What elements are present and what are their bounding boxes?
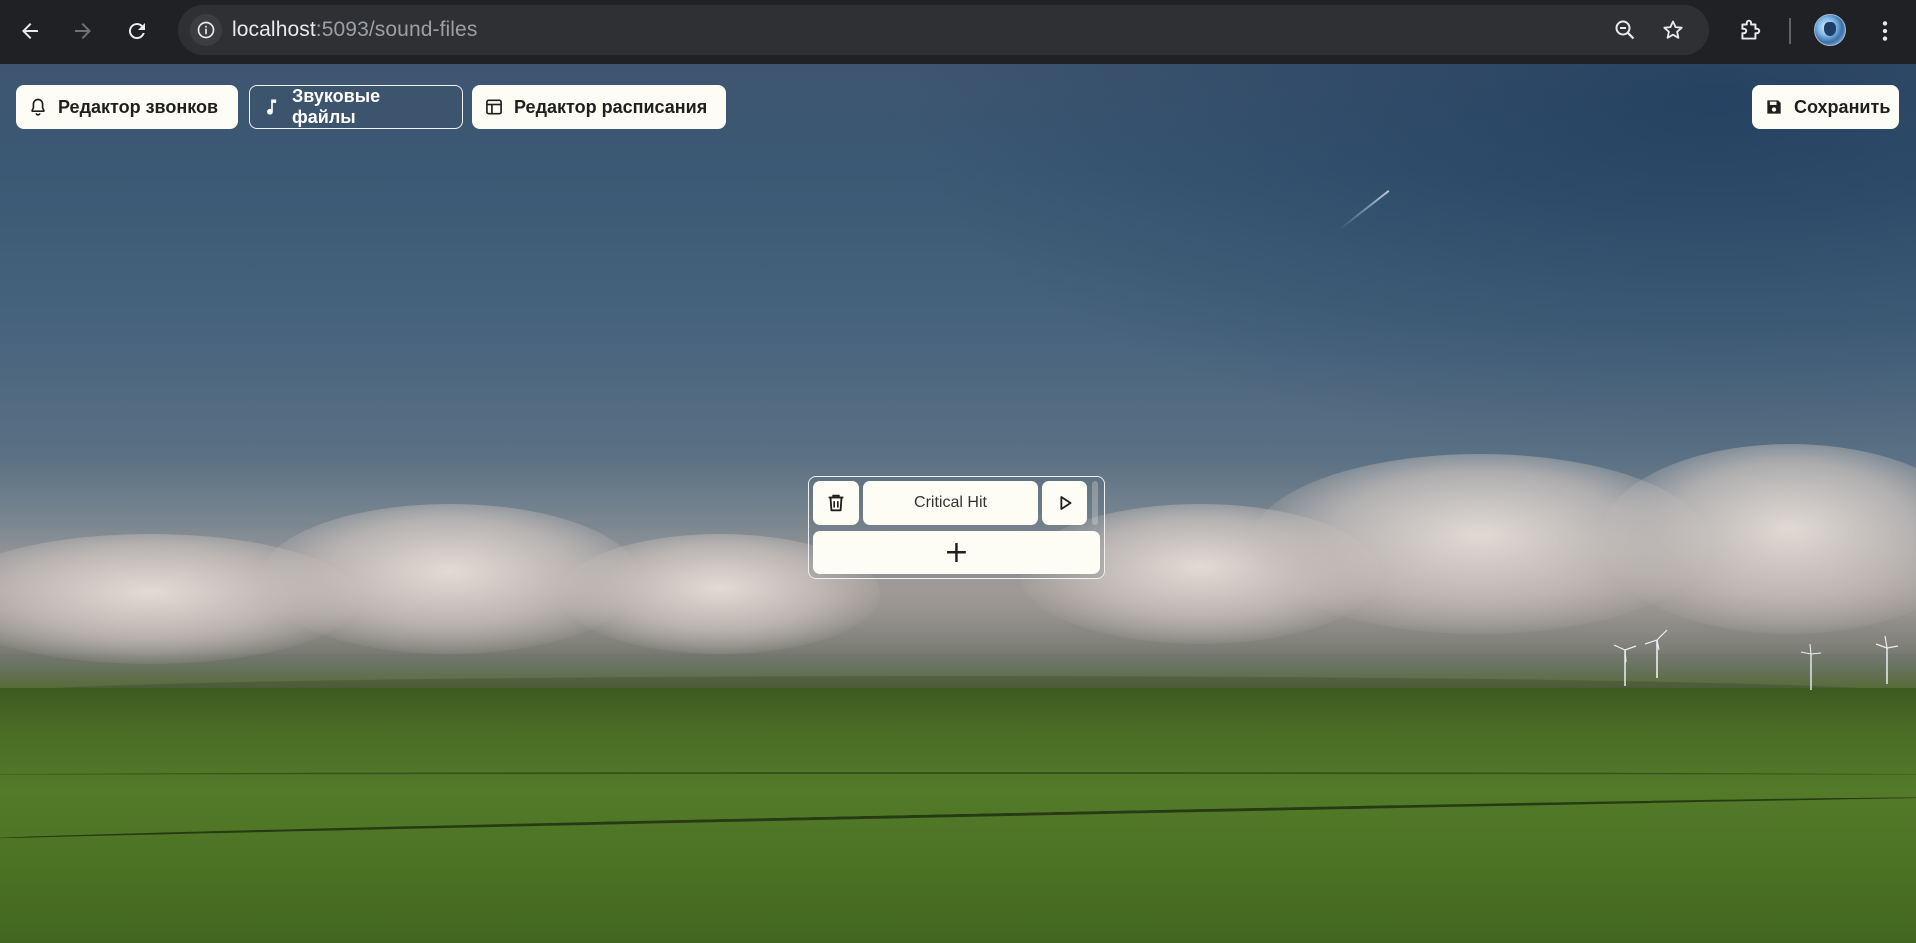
play-icon: [1059, 496, 1071, 510]
address-bar[interactable]: localhost:5093/sound-files: [178, 5, 1709, 55]
url-text[interactable]: localhost:5093/sound-files: [232, 18, 477, 42]
table-icon: [486, 99, 502, 115]
bookmark-button[interactable]: [1660, 17, 1686, 43]
reload-icon: [128, 23, 145, 40]
wind-turbine: [1800, 643, 1822, 690]
arrow-right-icon: [75, 23, 91, 39]
bell-icon: [31, 98, 45, 116]
play-sound-button[interactable]: [1042, 481, 1087, 525]
reload-button[interactable]: [117, 11, 157, 51]
bells-editor-button[interactable]: Редактор звонков: [16, 85, 238, 129]
save-button[interactable]: Сохранить: [1752, 85, 1899, 129]
field-track: [0, 772, 1916, 778]
save-label: Сохранить: [1794, 96, 1891, 117]
url-host: localhost: [232, 18, 316, 41]
sound-name-field[interactable]: Critical Hit: [863, 481, 1038, 525]
schedule-editor-button[interactable]: Редактор расписания: [472, 85, 726, 129]
zoom-out-icon: [1615, 20, 1635, 40]
wind-turbine: [1613, 644, 1637, 686]
add-sound-label: +: [943, 534, 970, 570]
wind-turbine: [1644, 629, 1668, 678]
browser-menu-button[interactable]: [1868, 14, 1902, 48]
bells-editor-label: Редактор звонков: [58, 96, 219, 117]
forward-button[interactable]: [63, 11, 103, 51]
floppy-disk-icon: [1767, 100, 1781, 114]
sound-files-label: Звуковые файлы: [292, 86, 381, 127]
star-icon: [1663, 20, 1683, 39]
url-path: :5093/sound-files: [315, 18, 478, 41]
toolbar-divider: [1789, 18, 1791, 44]
panel-scrollbar[interactable]: [1092, 481, 1098, 525]
kebab-menu-icon: [1882, 21, 1888, 41]
sound-files-button[interactable]: Звуковые файлы: [249, 85, 463, 129]
sound-name-text: Critical Hit: [914, 494, 987, 511]
back-button[interactable]: [10, 11, 50, 51]
arrow-left-icon: [22, 23, 38, 39]
delete-sound-button[interactable]: [813, 481, 859, 525]
puzzle-icon: [1741, 19, 1761, 40]
info-icon: [197, 21, 215, 39]
zoom-button[interactable]: [1612, 17, 1638, 43]
add-sound-button[interactable]: +: [813, 531, 1100, 574]
schedule-editor-label: Редактор расписания: [514, 96, 708, 117]
extensions-button[interactable]: [1733, 14, 1767, 48]
site-info-button[interactable]: [190, 14, 222, 46]
music-note-icon: [267, 99, 277, 115]
browser-toolbar: localhost:5093/sound-files: [0, 0, 1916, 64]
trash-icon: [828, 494, 844, 512]
wind-turbine: [1875, 635, 1899, 684]
profile-avatar[interactable]: [1814, 14, 1846, 46]
